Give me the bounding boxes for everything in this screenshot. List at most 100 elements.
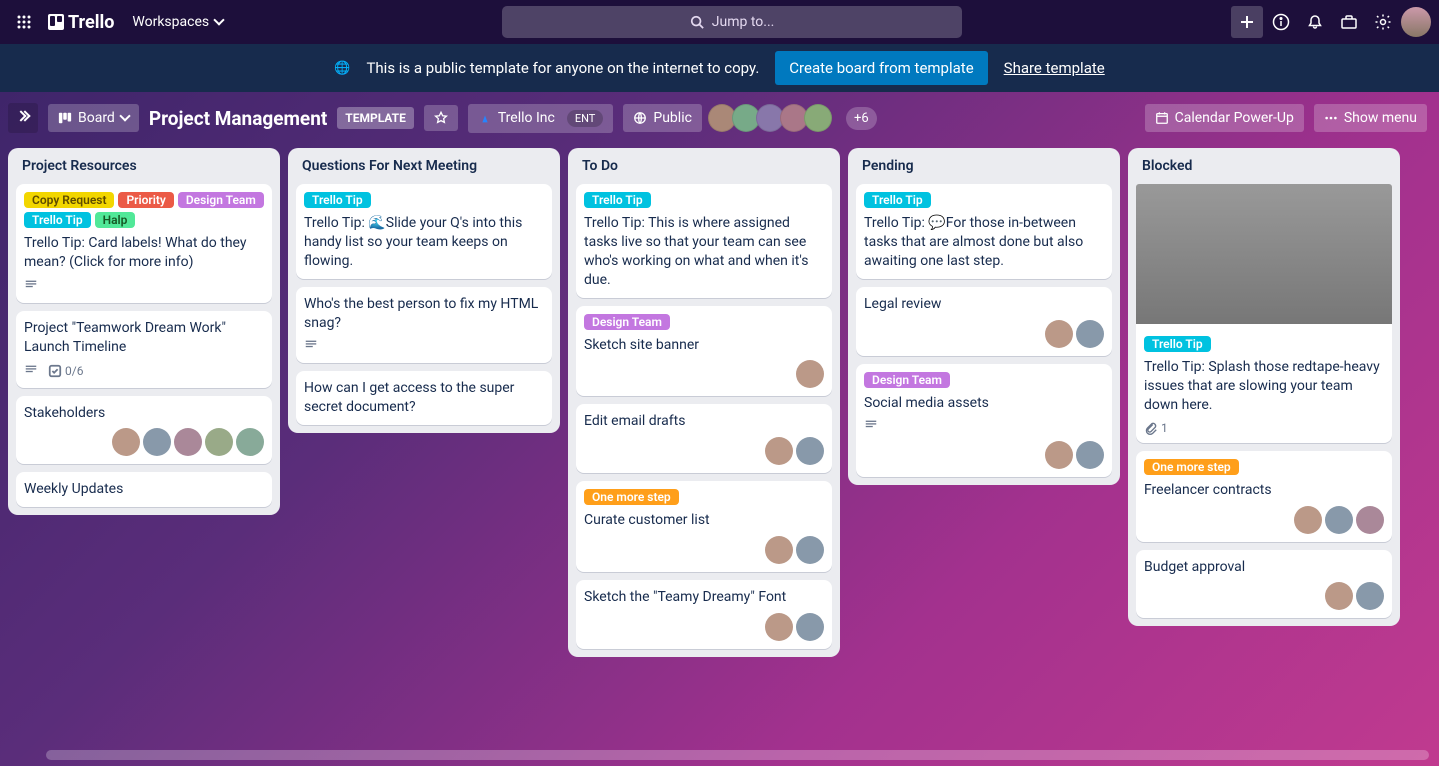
label[interactable]: Design Team bbox=[178, 192, 264, 208]
member-avatar[interactable] bbox=[1076, 320, 1104, 348]
card[interactable]: One more stepCurate customer list bbox=[576, 481, 832, 572]
user-avatar[interactable] bbox=[1401, 7, 1431, 37]
expand-sidebar-button[interactable] bbox=[8, 103, 38, 133]
member-avatar[interactable] bbox=[765, 536, 793, 564]
member-avatar[interactable] bbox=[796, 613, 824, 641]
label[interactable]: One more step bbox=[584, 489, 679, 505]
member-avatar[interactable] bbox=[1356, 582, 1384, 610]
globe-icon: 🌐 bbox=[334, 61, 350, 76]
search-input[interactable]: Jump to... bbox=[502, 6, 962, 38]
card[interactable]: Who's the best person to fix my HTML sna… bbox=[296, 287, 552, 364]
member-avatar[interactable] bbox=[1045, 441, 1073, 469]
label[interactable]: Copy Request bbox=[24, 192, 114, 208]
list: Blocked Trello Tip Trello Tip: Splash thos… bbox=[1128, 148, 1400, 626]
card[interactable]: Legal review bbox=[856, 287, 1112, 356]
card-badges bbox=[24, 278, 264, 295]
label[interactable]: Trello Tip bbox=[304, 192, 371, 208]
calendar-powerup-button[interactable]: Calendar Power-Up bbox=[1145, 104, 1304, 132]
member-avatar[interactable] bbox=[143, 428, 171, 456]
create-board-button[interactable]: Create board from template bbox=[775, 51, 987, 85]
label[interactable]: One more step bbox=[1144, 459, 1239, 475]
card[interactable]: Project "Teamwork Dream Work" Launch Tim… bbox=[16, 311, 272, 388]
workspaces-dropdown[interactable]: Workspaces bbox=[122, 8, 233, 36]
member-avatar[interactable] bbox=[765, 613, 793, 641]
card-members bbox=[584, 613, 824, 641]
card[interactable]: Design Team Social media assets bbox=[856, 364, 1112, 478]
info-icon[interactable] bbox=[1265, 6, 1297, 38]
list-title[interactable]: Blocked bbox=[1136, 156, 1392, 176]
card[interactable]: Trello TipTrello Tip: 🌊Slide your Q's in… bbox=[296, 184, 552, 279]
card-text: Stakeholders bbox=[24, 404, 264, 423]
list-title[interactable]: Pending bbox=[856, 156, 1112, 176]
card-text: Social media assets bbox=[864, 394, 1104, 413]
card[interactable]: How can I get access to the super secret… bbox=[296, 371, 552, 425]
card-cover-image bbox=[1136, 184, 1392, 324]
list-title[interactable]: Questions For Next Meeting bbox=[296, 156, 552, 176]
label[interactable]: Trello Tip bbox=[24, 212, 91, 228]
list-title[interactable]: Project Resources bbox=[16, 156, 272, 176]
search-placeholder: Jump to... bbox=[712, 14, 775, 30]
label[interactable]: Trello Tip bbox=[584, 192, 651, 208]
description-icon bbox=[304, 338, 318, 355]
trello-logo[interactable]: Trello bbox=[42, 12, 120, 33]
star-button[interactable] bbox=[424, 105, 458, 131]
card[interactable]: Stakeholders bbox=[16, 396, 272, 465]
member-avatar[interactable] bbox=[1076, 441, 1104, 469]
banner-text: This is a public template for anyone on … bbox=[366, 59, 759, 77]
member-avatar[interactable] bbox=[796, 536, 824, 564]
create-button[interactable] bbox=[1231, 6, 1263, 38]
attachment-badge: 1 bbox=[1144, 421, 1168, 435]
board-canvas[interactable]: Project Resources Copy RequestPriority Des… bbox=[0, 144, 1439, 750]
member-avatar[interactable] bbox=[796, 360, 824, 388]
card[interactable]: One more stepFreelancer contracts bbox=[1136, 451, 1392, 542]
list: Project Resources Copy RequestPriority Des… bbox=[8, 148, 280, 515]
card-text: Legal review bbox=[864, 295, 1104, 314]
member-avatar[interactable] bbox=[1045, 320, 1073, 348]
member-avatar[interactable] bbox=[236, 428, 264, 456]
card[interactable]: Trello TipTrello Tip: This is where assi… bbox=[576, 184, 832, 298]
card[interactable]: Design Team Sketch site banner bbox=[576, 306, 832, 397]
extra-members-count[interactable]: +6 bbox=[846, 107, 877, 130]
board-title[interactable]: Project Management bbox=[149, 107, 327, 130]
card-members bbox=[24, 428, 264, 456]
member-avatar[interactable] bbox=[796, 437, 824, 465]
member-avatar[interactable] bbox=[1325, 582, 1353, 610]
board-view-switcher[interactable]: Board bbox=[48, 104, 139, 132]
visibility-button[interactable]: Public bbox=[623, 104, 702, 132]
label[interactable]: Halp bbox=[95, 212, 136, 228]
label[interactable]: Design Team bbox=[864, 372, 950, 388]
card-text: Sketch site banner bbox=[584, 336, 824, 355]
label[interactable]: Trello Tip bbox=[864, 192, 931, 208]
card[interactable]: Trello TipTrello Tip: 💬For those in-betw… bbox=[856, 184, 1112, 279]
settings-icon[interactable] bbox=[1367, 6, 1399, 38]
board-members[interactable] bbox=[712, 104, 832, 132]
card-badges bbox=[864, 418, 1104, 435]
card-text: Budget approval bbox=[1144, 558, 1384, 577]
member-avatar[interactable] bbox=[1356, 506, 1384, 534]
apps-menu-icon[interactable] bbox=[8, 6, 40, 38]
briefcase-icon[interactable] bbox=[1333, 6, 1365, 38]
member-avatar[interactable] bbox=[205, 428, 233, 456]
label[interactable]: Design Team bbox=[584, 314, 670, 330]
card[interactable]: Copy RequestPriority Design Team Trello Ti… bbox=[16, 184, 272, 303]
card[interactable]: Sketch the "Teamy Dreamy" Font bbox=[576, 580, 832, 649]
card-text: Trello Tip: Splash those redtape-heavy i… bbox=[1144, 358, 1384, 415]
member-avatar[interactable] bbox=[1294, 506, 1322, 534]
share-template-link[interactable]: Share template bbox=[1004, 59, 1105, 77]
card[interactable]: Edit email drafts bbox=[576, 404, 832, 473]
member-avatar[interactable] bbox=[174, 428, 202, 456]
label[interactable]: Priority bbox=[118, 192, 173, 208]
list-title[interactable]: To Do bbox=[576, 156, 832, 176]
notifications-icon[interactable] bbox=[1299, 6, 1331, 38]
member-avatar[interactable] bbox=[765, 437, 793, 465]
member-avatar[interactable] bbox=[1325, 506, 1353, 534]
card-text: Who's the best person to fix my HTML sna… bbox=[304, 295, 544, 333]
horizontal-scrollbar[interactable] bbox=[46, 750, 1429, 760]
member-avatar[interactable] bbox=[112, 428, 140, 456]
card[interactable]: Weekly Updates bbox=[16, 472, 272, 507]
card[interactable]: Budget approval bbox=[1136, 550, 1392, 619]
card[interactable]: Trello Tip Trello Tip: Splash those redta… bbox=[1136, 184, 1392, 443]
label[interactable]: Trello Tip bbox=[1144, 336, 1211, 352]
workspace-button[interactable]: Trello Inc ENT bbox=[468, 104, 614, 133]
show-menu-button[interactable]: Show menu bbox=[1314, 104, 1427, 132]
